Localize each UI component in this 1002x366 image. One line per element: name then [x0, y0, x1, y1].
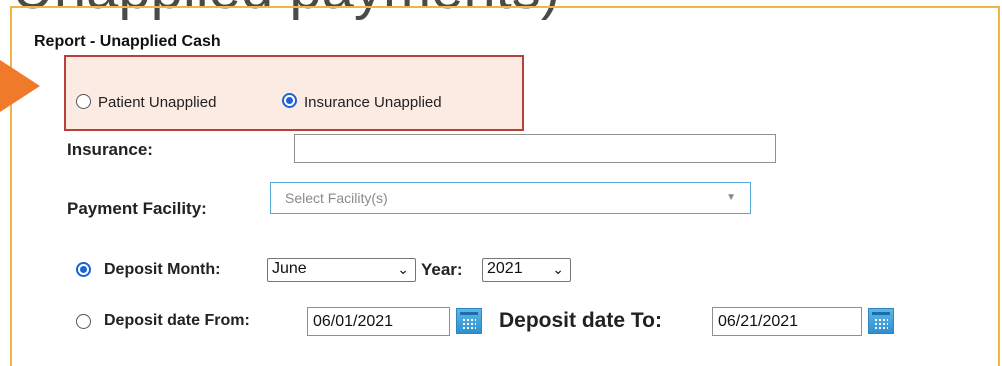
- year-label: Year:: [421, 260, 463, 279]
- deposit-date-from-label: Deposit date From:: [104, 312, 250, 329]
- payment-facility-select[interactable]: Select Facility(s) ▼: [270, 182, 751, 214]
- year-value: 2021: [487, 260, 523, 277]
- payment-facility-placeholder: Select Facility(s): [285, 190, 388, 206]
- chevron-down-icon: ⌄: [397, 261, 409, 277]
- calendar-from-icon[interactable]: [456, 308, 482, 334]
- insurance-label: Insurance:: [67, 140, 153, 159]
- patient-unapplied-label[interactable]: Patient Unapplied: [98, 94, 216, 111]
- deposit-date-radio[interactable]: [76, 314, 91, 329]
- insurance-input[interactable]: [294, 134, 776, 163]
- payment-facility-label: Payment Facility:: [67, 199, 207, 218]
- year-select[interactable]: 2021 ⌄: [482, 258, 571, 282]
- type-options-highlight: [64, 55, 524, 131]
- dropdown-caret-icon: ▼: [726, 192, 736, 203]
- insurance-unapplied-radio[interactable]: [282, 93, 297, 108]
- pointer-arrow-icon: [0, 60, 40, 112]
- report-title: Report - Unapplied Cash: [34, 33, 221, 50]
- deposit-date-to-label: Deposit date To:: [499, 309, 662, 332]
- deposit-month-select[interactable]: June ⌄: [267, 258, 416, 282]
- deposit-month-value: June: [272, 260, 307, 277]
- deposit-month-radio[interactable]: [76, 262, 91, 277]
- insurance-unapplied-label[interactable]: Insurance Unapplied: [304, 94, 442, 111]
- patient-unapplied-radio[interactable]: [76, 94, 91, 109]
- calendar-to-icon[interactable]: [868, 308, 894, 334]
- deposit-month-label: Deposit Month:: [104, 261, 221, 278]
- deposit-date-to-input[interactable]: [712, 307, 862, 336]
- chevron-down-icon: ⌄: [552, 261, 564, 277]
- deposit-date-from-input[interactable]: [307, 307, 450, 336]
